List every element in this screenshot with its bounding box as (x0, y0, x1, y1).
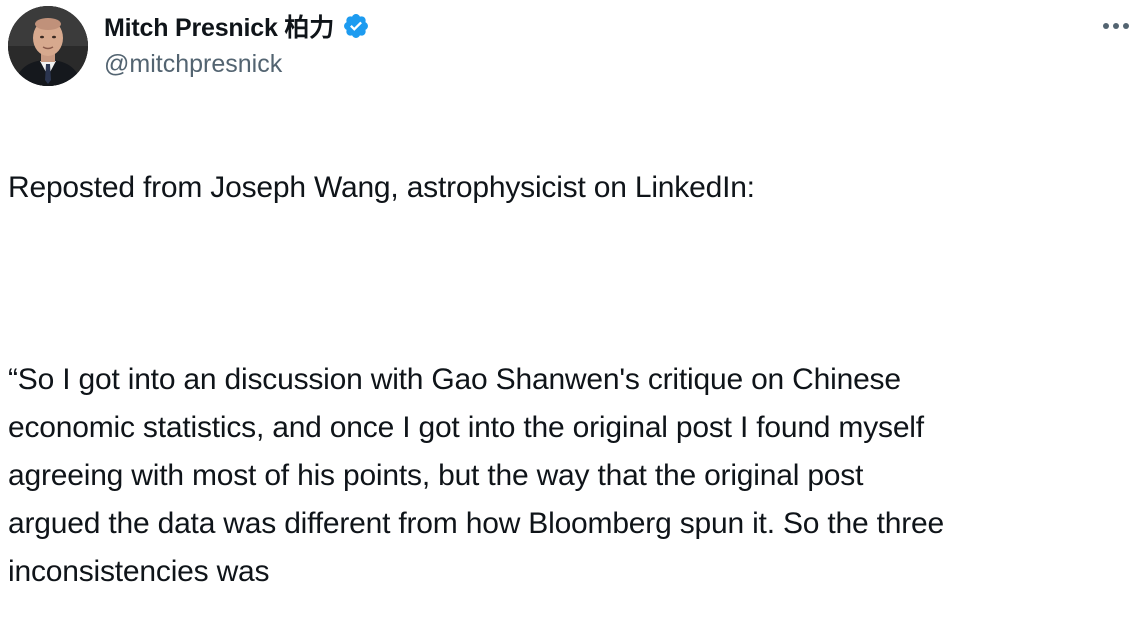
more-options-button[interactable] (1098, 12, 1134, 40)
tweet-paragraph: Reposted from Joseph Wang, astrophysicis… (8, 171, 755, 204)
more-horizontal-icon (1103, 23, 1129, 29)
author-display-name[interactable]: Mitch Presnick 柏力 (104, 8, 334, 44)
tweet-paragraph: “So I got into an discussion with Gao Sh… (8, 363, 945, 588)
tweet-text: Reposted from Joseph Wang, astrophysicis… (8, 116, 1140, 644)
avatar[interactable] (8, 6, 88, 86)
avatar-image (8, 6, 88, 86)
author-name-row: Mitch Presnick 柏力 (104, 8, 370, 44)
author-handle[interactable]: @mitchpresnick (104, 50, 282, 79)
verified-badge-icon[interactable] (342, 12, 370, 40)
tweet-card: Mitch Presnick 柏力 @mitchpresnick Reposte… (0, 0, 1148, 588)
